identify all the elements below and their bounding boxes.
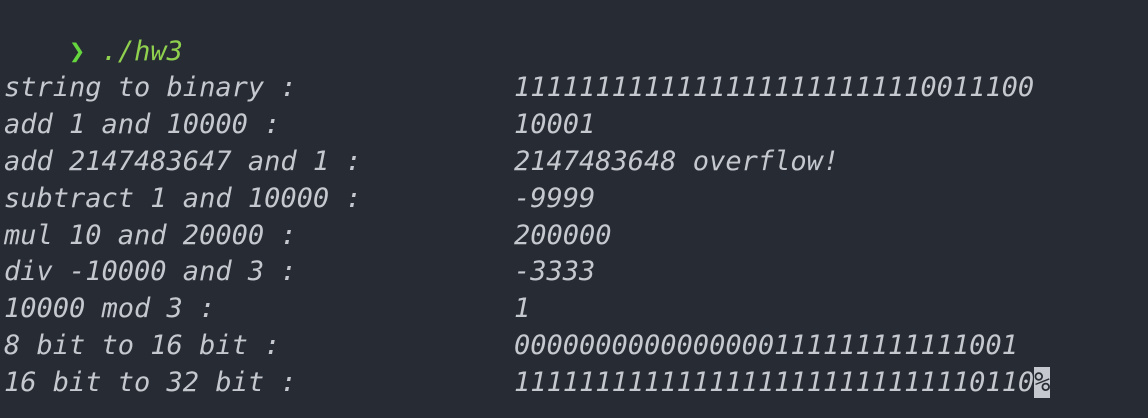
output-value: 200000 <box>514 220 612 251</box>
output-label: 16 bit to 32 bit : <box>4 367 297 398</box>
prompt-line: ❯ ./hw3 <box>4 0 183 67</box>
output-label: string to binary : <box>4 72 297 103</box>
output-line: string to binary : 111111111111111111111… <box>4 69 1034 106</box>
output-line: 16 bit to 32 bit : 111111111111111111111… <box>4 364 1051 401</box>
output-value: 11111111111111111111111111110110% <box>514 364 1051 401</box>
output-line: div -10000 and 3 : -3333 <box>4 253 595 290</box>
output-value-text: 11111111111111111111111111110110 <box>514 367 1035 398</box>
output-label: div -10000 and 3 : <box>4 256 297 287</box>
output-label: mul 10 and 20000 : <box>4 220 297 251</box>
output-value: -9999 <box>514 183 596 214</box>
output-value: 2147483648 overflow! <box>514 146 840 177</box>
prompt-command: ./hw3 <box>101 36 183 67</box>
output-line: add 1 and 10000 : 10001 <box>4 106 595 143</box>
end-of-output-mark: % <box>1034 367 1051 398</box>
output-label: add 1 and 10000 : <box>4 109 281 140</box>
output-value: 0000000000000000111111111111001 <box>514 330 1018 361</box>
output-value: 10001 <box>514 109 596 140</box>
output-value: 11111111111111111111111110011100 <box>514 72 1035 103</box>
output-line: add 2147483647 and 1 : 2147483648 overfl… <box>4 143 839 180</box>
output-line: 10000 mod 3 : 1 <box>4 290 530 327</box>
terminal-window[interactable]: ❯ ./hw3 string to binary : 1111111111111… <box>0 0 1148 418</box>
output-line: 8 bit to 16 bit : 0000000000000000111111… <box>4 327 1018 364</box>
output-line: mul 10 and 20000 : 200000 <box>4 217 612 254</box>
output-value: -3333 <box>514 256 596 287</box>
output-value: 1 <box>514 293 531 324</box>
output-line: subtract 1 and 10000 : -9999 <box>4 180 595 217</box>
output-label: add 2147483647 and 1 : <box>4 146 362 177</box>
output-label: subtract 1 and 10000 : <box>4 183 362 214</box>
output-label: 8 bit to 16 bit : <box>4 330 281 361</box>
output-label: 10000 mod 3 : <box>4 293 216 324</box>
prompt-arrow-icon: ❯ <box>69 36 86 67</box>
